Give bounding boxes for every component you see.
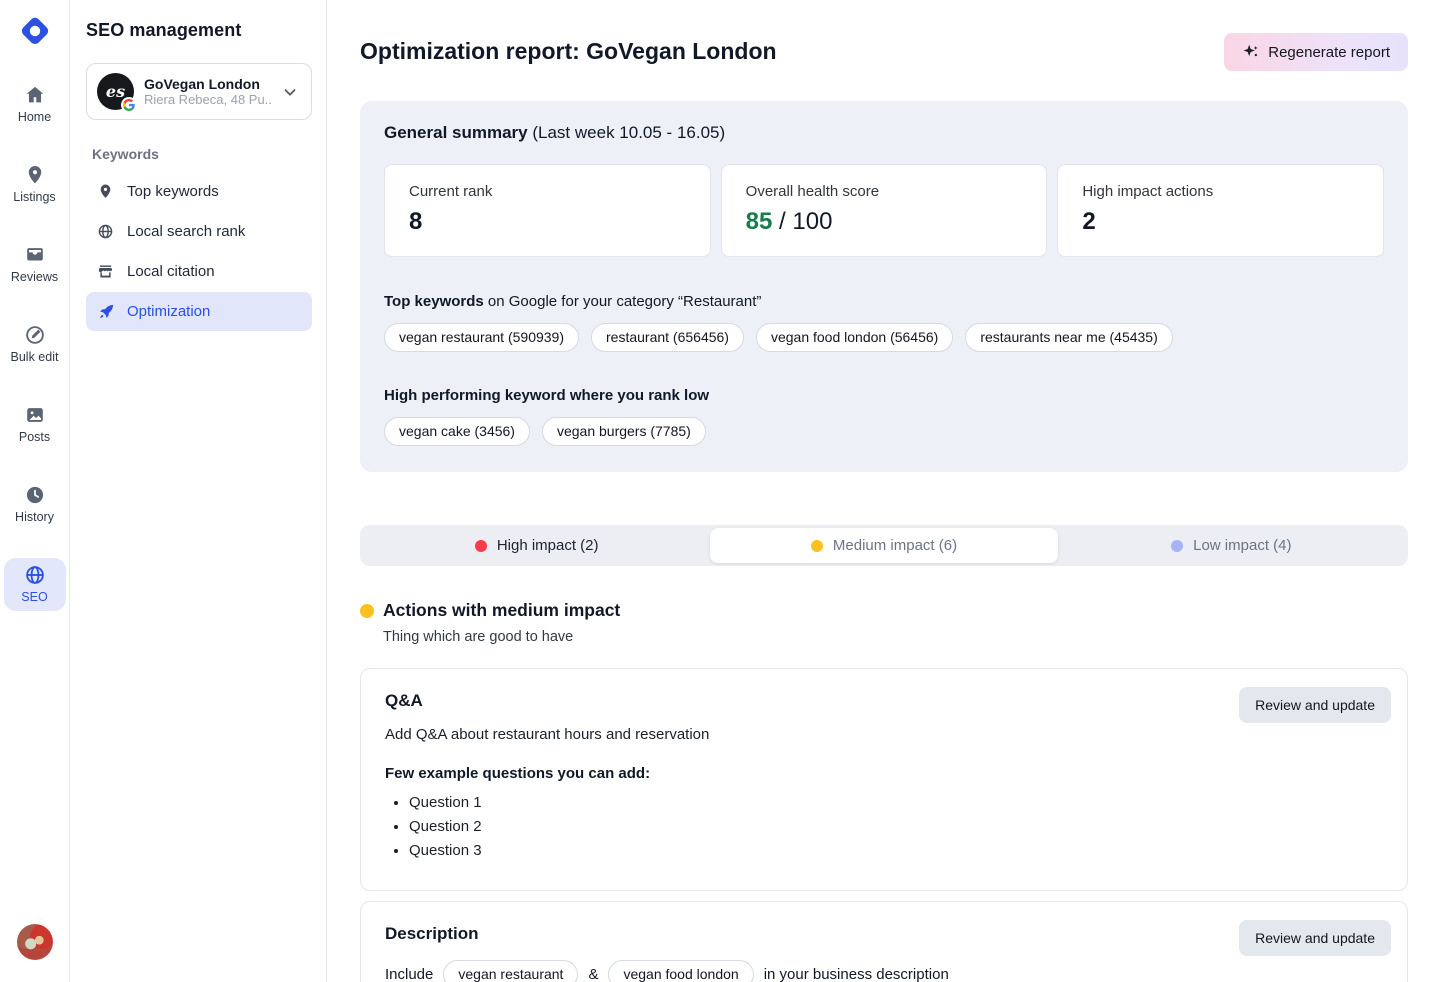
sidebar-item-local-citation[interactable]: Local citation bbox=[86, 252, 312, 291]
general-summary-panel: General summary (Last week 10.05 - 16.05… bbox=[360, 101, 1408, 472]
stat-card-current-rank: Current rank 8 bbox=[384, 164, 711, 257]
seo-sidebar: SEO management es GoVegan London Riera R… bbox=[70, 0, 327, 982]
sidebar-title: SEO management bbox=[86, 20, 312, 41]
yellow-dot-icon bbox=[360, 604, 374, 618]
chevron-down-icon bbox=[281, 83, 299, 101]
rocket-icon bbox=[96, 302, 115, 321]
storefront-icon bbox=[96, 262, 115, 281]
sparkle-icon bbox=[1242, 43, 1260, 61]
main-content: Optimization report: GoVegan London Rege… bbox=[327, 0, 1440, 982]
yellow-dot-icon bbox=[811, 540, 823, 552]
rail-label: Bulk edit bbox=[11, 350, 59, 364]
rail-item-history[interactable]: History bbox=[4, 478, 66, 531]
list-item: Question 1 bbox=[409, 794, 1383, 811]
stat-label: Current rank bbox=[409, 183, 686, 200]
actions-section-title: Actions with medium impact bbox=[383, 600, 620, 621]
sidebar-item-label: Local search rank bbox=[127, 223, 245, 240]
tab-high-impact[interactable]: High impact (2) bbox=[363, 528, 710, 563]
rail-item-bulk-edit[interactable]: Bulk edit bbox=[4, 318, 66, 371]
rail-label: History bbox=[15, 510, 54, 524]
stat-value: 8 bbox=[409, 208, 686, 236]
blue-dot-icon bbox=[1171, 540, 1183, 552]
globe-icon bbox=[96, 222, 115, 241]
keyword-pill[interactable]: vegan restaurant bbox=[443, 960, 578, 982]
keywords-section-label: Keywords bbox=[92, 146, 312, 162]
map-pin-icon bbox=[96, 182, 115, 201]
impact-tabbar: High impact (2) Medium impact (6) Low im… bbox=[360, 525, 1408, 566]
user-avatar[interactable] bbox=[17, 924, 53, 960]
rail-item-seo[interactable]: SEO bbox=[4, 558, 66, 611]
action-card-description: Description Review and update Include ve… bbox=[360, 901, 1408, 982]
rail-item-reviews[interactable]: Reviews bbox=[4, 238, 66, 291]
list-item: Question 2 bbox=[409, 818, 1383, 835]
sidebar-item-label: Top keywords bbox=[127, 183, 219, 200]
icon-rail: Home Listings Reviews Bulk edit Posts Hi… bbox=[0, 0, 70, 982]
action-card-qa: Q&A Review and update Add Q&A about rest… bbox=[360, 668, 1408, 891]
sidebar-item-label: Optimization bbox=[127, 303, 210, 320]
card-description: Add Q&A about restaurant hours and reser… bbox=[385, 726, 1383, 743]
app-logo[interactable] bbox=[16, 12, 54, 50]
card-title: Description bbox=[385, 924, 1383, 944]
keyword-pill[interactable]: vegan food london bbox=[608, 960, 753, 982]
clock-icon bbox=[24, 484, 46, 506]
business-name: GoVegan London bbox=[144, 76, 271, 92]
red-dot-icon bbox=[475, 540, 487, 552]
card-title: Q&A bbox=[385, 691, 1383, 711]
low-rank-heading: High performing keyword where you rank l… bbox=[384, 387, 1384, 404]
stat-value: 2 bbox=[1082, 208, 1359, 236]
stat-label: Overall health score bbox=[746, 183, 1023, 200]
sidebar-item-top-keywords[interactable]: Top keywords bbox=[86, 172, 312, 211]
rail-label: Home bbox=[18, 110, 51, 124]
stat-value: 85 / 100 bbox=[746, 208, 1023, 236]
card-list-title: Few example questions you can add: bbox=[385, 765, 1383, 782]
tab-low-impact[interactable]: Low impact (4) bbox=[1058, 528, 1405, 563]
list-item: Question 3 bbox=[409, 842, 1383, 859]
inbox-icon bbox=[24, 244, 46, 266]
stat-card-health-score: Overall health score 85 / 100 bbox=[721, 164, 1048, 257]
home-icon bbox=[24, 84, 46, 106]
regenerate-report-button[interactable]: Regenerate report bbox=[1224, 33, 1408, 71]
rail-label: SEO bbox=[21, 590, 47, 604]
stat-card-high-impact-actions: High impact actions 2 bbox=[1057, 164, 1384, 257]
image-icon bbox=[24, 404, 46, 426]
review-and-update-button[interactable]: Review and update bbox=[1239, 920, 1391, 956]
sidebar-item-local-search-rank[interactable]: Local search rank bbox=[86, 212, 312, 251]
example-questions-list: Question 1 Question 2 Question 3 bbox=[409, 794, 1383, 859]
business-selector[interactable]: es GoVegan London Riera Rebeca, 48 Pu... bbox=[86, 63, 312, 120]
keyword-pill[interactable]: restaurants near me (45435) bbox=[965, 323, 1172, 352]
page-title: Optimization report: GoVegan London bbox=[360, 33, 777, 65]
keyword-pill[interactable]: vegan food london (56456) bbox=[756, 323, 953, 352]
sidebar-item-label: Local citation bbox=[127, 263, 215, 280]
rail-item-listings[interactable]: Listings bbox=[4, 158, 66, 211]
rail-label: Listings bbox=[13, 190, 55, 204]
include-keywords-row: Include vegan restaurant & vegan food lo… bbox=[385, 960, 1383, 982]
tab-medium-impact[interactable]: Medium impact (6) bbox=[710, 528, 1057, 563]
rail-label: Reviews bbox=[11, 270, 58, 284]
map-pin-icon bbox=[24, 164, 46, 186]
globe-icon bbox=[24, 564, 46, 586]
sidebar-item-optimization[interactable]: Optimization bbox=[86, 292, 312, 331]
review-and-update-button[interactable]: Review and update bbox=[1239, 687, 1391, 723]
rail-item-home[interactable]: Home bbox=[4, 78, 66, 131]
stat-label: High impact actions bbox=[1082, 183, 1359, 200]
business-avatar: es bbox=[97, 73, 134, 110]
actions-section-subtitle: Thing which are good to have bbox=[383, 629, 1408, 645]
top-keywords-heading: Top keywords on Google for your category… bbox=[384, 293, 1384, 310]
rail-label: Posts bbox=[19, 430, 50, 444]
google-badge-icon bbox=[121, 97, 137, 113]
keyword-pill[interactable]: vegan restaurant (590939) bbox=[384, 323, 579, 352]
keyword-pill[interactable]: vegan cake (3456) bbox=[384, 417, 530, 446]
rail-item-posts[interactable]: Posts bbox=[4, 398, 66, 451]
edit-pencil-circle-icon bbox=[24, 324, 46, 346]
logo-diamond-icon bbox=[16, 12, 54, 50]
business-address: Riera Rebeca, 48 Pu... bbox=[144, 92, 271, 107]
keyword-pill[interactable]: restaurant (656456) bbox=[591, 323, 744, 352]
keyword-pill[interactable]: vegan burgers (7785) bbox=[542, 417, 706, 446]
general-summary-title: General summary (Last week 10.05 - 16.05… bbox=[384, 123, 1384, 143]
